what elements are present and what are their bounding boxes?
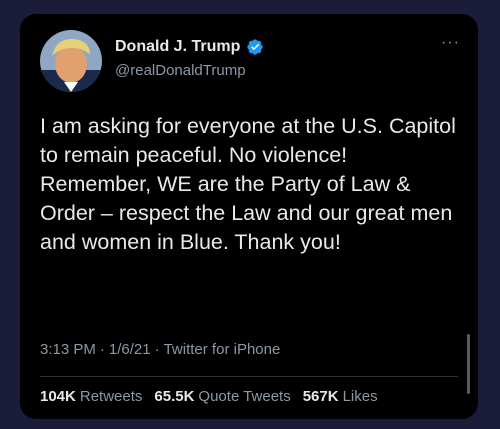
display-name[interactable]: Donald J. Trump	[115, 38, 240, 56]
likes-stat[interactable]: 567K Likes	[303, 388, 378, 405]
more-options-icon[interactable]: ···	[441, 35, 460, 51]
retweets-label: Retweets	[79, 388, 143, 405]
tweet-stats: 104K Retweets 65.5K Quote Tweets 567K Likes	[40, 388, 378, 405]
tweet-meta: 3:13 PM · 1/6/21 · Twitter for iPhone	[40, 341, 280, 358]
likes-label: Likes	[342, 388, 378, 405]
quote-tweets-stat[interactable]: 65.5K Quote Tweets	[154, 388, 290, 405]
user-handle[interactable]: @realDonaldTrump	[115, 62, 246, 79]
tweet-source-link[interactable]: Twitter for iPhone	[164, 341, 281, 358]
meta-separator: ·	[99, 341, 105, 358]
meta-separator: ·	[154, 341, 160, 358]
verified-badge-icon	[247, 39, 264, 55]
likes-count: 567K	[302, 388, 339, 405]
scrollbar[interactable]	[467, 334, 470, 394]
tweet-date[interactable]: 1/6/21	[109, 341, 151, 358]
avatar-image	[40, 30, 102, 92]
quote-tweets-count: 65.5K	[154, 388, 195, 405]
tweet-text: I am asking for everyone at the U.S. Cap…	[40, 114, 456, 254]
tweet-card: Donald J. Trump @realDonaldTrump ··· I a…	[20, 14, 478, 419]
name-row: Donald J. Trump	[115, 38, 264, 56]
avatar[interactable]	[40, 30, 102, 92]
retweets-count: 104K	[40, 388, 76, 405]
divider	[40, 376, 458, 377]
retweets-stat[interactable]: 104K Retweets	[40, 388, 142, 405]
quote-tweets-label: Quote Tweets	[198, 388, 291, 405]
tweet-time[interactable]: 3:13 PM	[40, 341, 96, 358]
